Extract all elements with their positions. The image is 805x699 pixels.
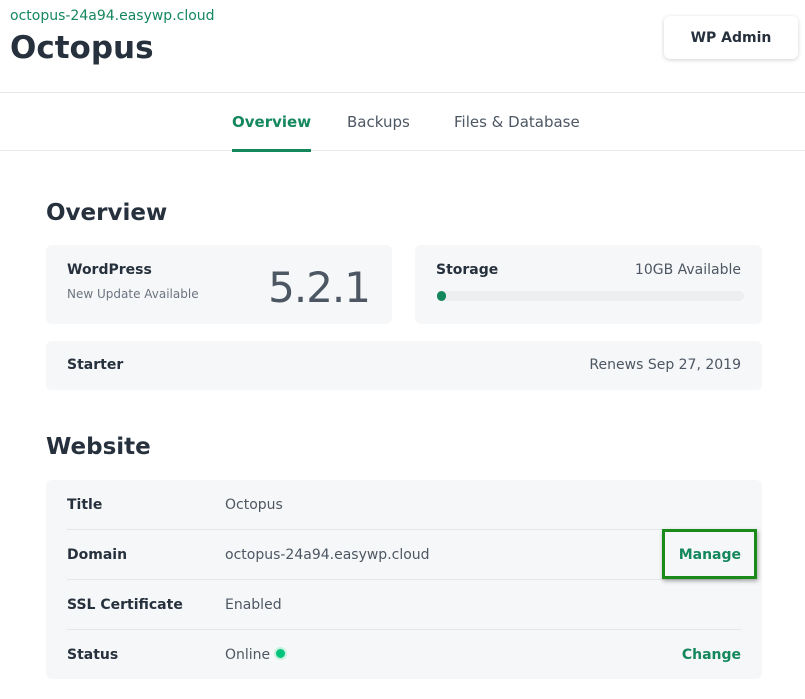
status-online-dot-icon — [274, 647, 288, 660]
storage-label: Storage — [436, 262, 499, 278]
wp-admin-button[interactable]: WP Admin — [664, 16, 798, 59]
storage-progress-fill — [437, 291, 446, 301]
row-label: Status — [67, 647, 119, 663]
website-card: Title Octopus Domain octopus-24a94.easyw… — [46, 480, 762, 679]
manage-domain-link[interactable]: Manage — [679, 530, 741, 580]
website-row-ssl: SSL Certificate Enabled — [67, 579, 741, 629]
overview-heading: Overview — [46, 200, 168, 226]
tab-overview[interactable]: Overview — [232, 93, 312, 152]
tab-bar: Overview Backups Files & Database — [0, 93, 805, 152]
row-value-wrap: Online — [225, 630, 288, 680]
row-value: Octopus — [225, 497, 283, 513]
plan-card: Starter Renews Sep 27, 2019 — [46, 341, 762, 390]
status-value: Online — [225, 647, 271, 663]
tab-backups[interactable]: Backups — [347, 93, 410, 151]
plan-renewal-date: Renews Sep 27, 2019 — [589, 357, 741, 373]
website-row-title: Title Octopus — [67, 480, 741, 530]
storage-progress-bar — [437, 291, 744, 301]
website-row-domain: Domain octopus-24a94.easywp.cloud Manage — [67, 529, 741, 579]
website-heading: Website — [46, 434, 151, 460]
tab-files-database[interactable]: Files & Database — [454, 93, 580, 151]
row-label: Domain — [67, 547, 128, 563]
change-status-link[interactable]: Change — [682, 630, 741, 680]
row-value: octopus-24a94.easywp.cloud — [225, 547, 430, 563]
site-title: Octopus — [10, 30, 154, 66]
site-subdomain-link[interactable]: octopus-24a94.easywp.cloud — [10, 8, 215, 24]
wordpress-update-text: New Update Available — [67, 287, 199, 301]
wordpress-version: 5.2.1 — [268, 263, 371, 312]
wordpress-card: WordPress New Update Available 5.2.1 — [46, 245, 392, 324]
storage-card: Storage 10GB Available — [415, 245, 762, 324]
site-header: octopus-24a94.easywp.cloud Octopus WP Ad… — [0, 0, 805, 93]
website-row-status: Status Online Change — [67, 629, 741, 679]
wordpress-label: WordPress — [67, 262, 152, 278]
plan-name: Starter — [67, 357, 124, 373]
row-label: Title — [67, 497, 103, 513]
row-label: SSL Certificate — [67, 597, 183, 613]
storage-available: 10GB Available — [634, 262, 741, 278]
row-value: Enabled — [225, 597, 282, 613]
